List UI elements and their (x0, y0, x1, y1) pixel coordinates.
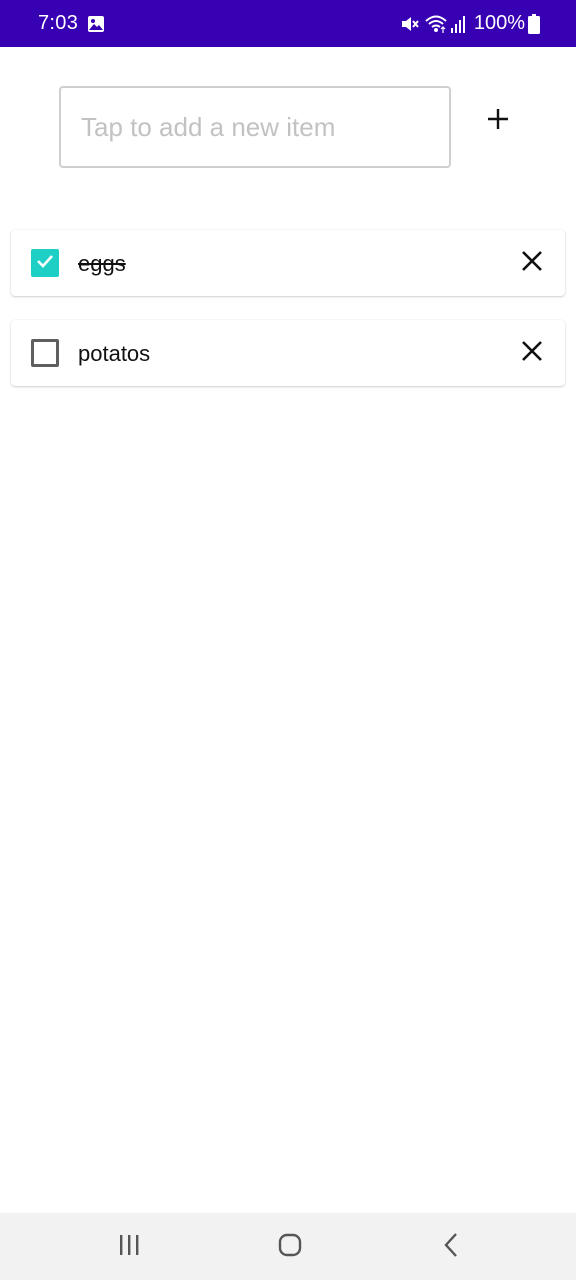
add-item-row (0, 86, 576, 168)
navigation-bar (0, 1213, 576, 1280)
image-icon (87, 15, 105, 33)
check-icon (34, 250, 56, 277)
mute-icon (400, 14, 420, 34)
wifi-icon (424, 14, 448, 34)
back-icon (441, 1232, 461, 1263)
status-left: 7:03 (38, 12, 105, 35)
status-time: 7:03 (38, 12, 79, 34)
battery-icon (528, 13, 540, 34)
close-icon (521, 340, 543, 367)
signal-icon (450, 15, 466, 33)
list-item: eggs (11, 230, 565, 296)
home-button[interactable] (270, 1232, 310, 1263)
delete-item-button[interactable] (516, 247, 548, 279)
delete-item-button[interactable] (516, 337, 548, 369)
item-list: eggs potatos (11, 230, 565, 410)
recents-icon (117, 1234, 141, 1261)
item-label: eggs (78, 251, 126, 276)
list-item: potatos (11, 320, 565, 386)
item-checkbox[interactable] (31, 339, 59, 367)
status-bar: 7:03 100% (0, 0, 576, 47)
new-item-input[interactable] (59, 86, 451, 168)
home-icon (277, 1232, 303, 1263)
recents-button[interactable] (109, 1234, 149, 1260)
add-item-button[interactable] (474, 97, 522, 145)
item-label: potatos (78, 341, 151, 366)
item-checkbox[interactable] (31, 249, 59, 277)
plus-icon (486, 107, 510, 136)
battery-percent: 100% (473, 12, 525, 34)
back-button[interactable] (431, 1232, 471, 1263)
status-right: 100% (400, 12, 540, 35)
close-icon (521, 250, 543, 277)
